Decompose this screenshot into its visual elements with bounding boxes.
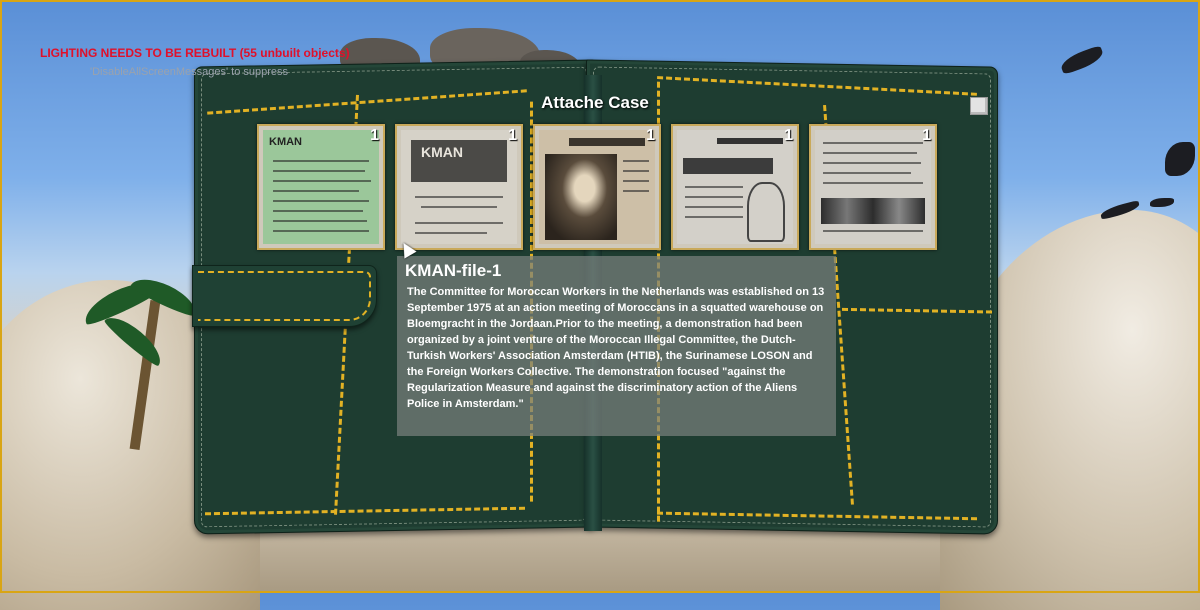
tooltip-title: KMAN-file-1 [405, 261, 502, 280]
floating-rock [1150, 198, 1174, 207]
floating-rock [1165, 142, 1195, 176]
item-count: 1 [784, 127, 793, 144]
document-thumbnail: KMAN [263, 130, 379, 244]
document-masthead: KMAN [421, 144, 463, 160]
inventory-slot-kman-file-2[interactable]: KMAN 1 [395, 124, 523, 250]
palm-tree [40, 230, 201, 450]
inventory-slot-kman-file-3[interactable]: 1 [533, 124, 661, 250]
document-thumbnail [815, 130, 931, 244]
item-count: 1 [922, 127, 931, 144]
tooltip-description: The Committee for Moroccan Workers in th… [407, 286, 825, 410]
document-thumbnail: KMAN [401, 130, 517, 244]
document-masthead: KMAN [269, 136, 302, 148]
document-thumbnail [677, 130, 793, 244]
inventory-slot-kman-file-4[interactable]: 1 [671, 124, 799, 250]
item-count: 1 [646, 127, 655, 144]
screen-messages-hint: 'DisableAllScreenMessages' to suppress [90, 66, 289, 78]
inventory-slot-kman-file-1[interactable]: KMAN 1 [257, 124, 385, 250]
inventory-title: Attache Case [541, 93, 649, 112]
item-tooltip: KMAN-file-1 The Committee for Moroccan W… [397, 256, 836, 436]
item-count: 1 [508, 127, 517, 144]
document-thumbnail [539, 130, 655, 244]
close-button[interactable] [970, 97, 988, 115]
item-count: 1 [370, 127, 379, 144]
floating-rock [1058, 44, 1106, 76]
case-clasp-flap [192, 265, 377, 327]
lighting-warning: LIGHTING NEEDS TO BE REBUILT (55 unbuilt… [40, 46, 350, 60]
inventory-slot-kman-file-5[interactable]: 1 [809, 124, 937, 250]
